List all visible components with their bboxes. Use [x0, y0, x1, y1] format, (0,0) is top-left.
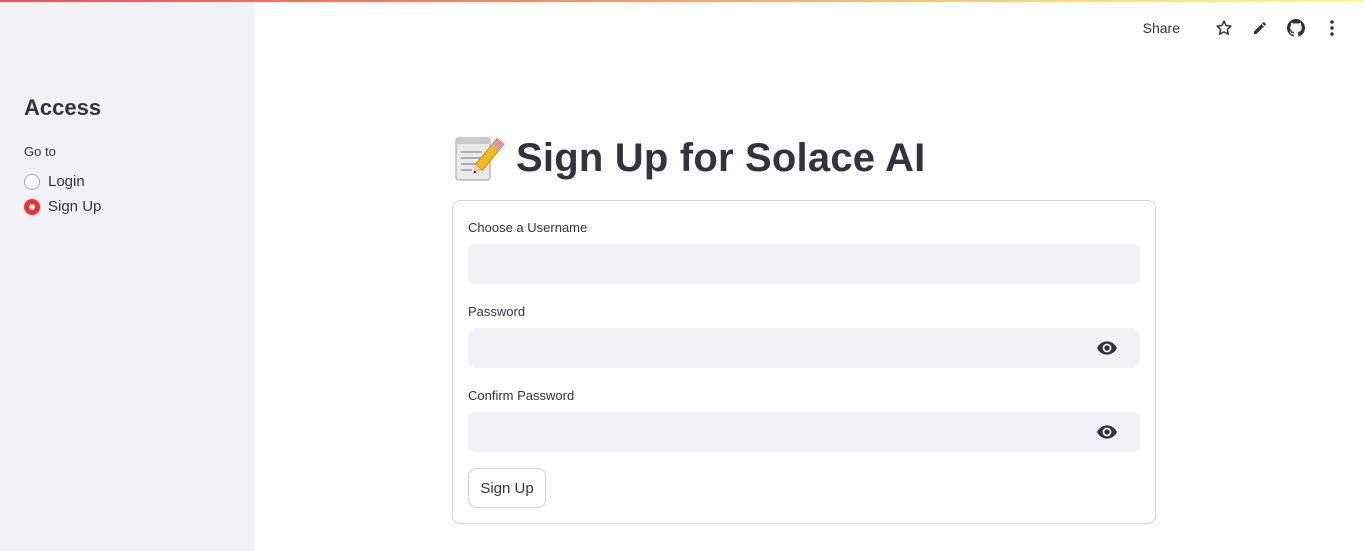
nav-option-label: Sign Up	[48, 198, 102, 215]
username-input[interactable]	[468, 244, 1140, 284]
github-icon[interactable]	[1286, 18, 1306, 38]
sidebar-title: Access	[24, 95, 102, 120]
sign-up-form: Choose a Username Password Confirm Passw…	[452, 200, 1156, 524]
sign-up-button[interactable]: Sign Up	[468, 468, 546, 508]
confirm-password-label: Confirm Password	[468, 388, 575, 403]
page-title-text: Sign Up for Solace AI	[516, 135, 926, 180]
memo-icon	[452, 132, 505, 184]
more-vertical-icon[interactable]	[1322, 18, 1342, 38]
star-icon[interactable]	[1214, 18, 1234, 38]
confirm-password-field-container	[468, 412, 1140, 452]
app-toolbar: Share	[1143, 16, 1342, 40]
nav-option-label: Login	[48, 173, 85, 190]
nav-option-login[interactable]: Login	[24, 173, 85, 190]
nav-radio-label: Go to	[24, 144, 56, 159]
show-password-eye-icon[interactable]	[1096, 338, 1118, 358]
page-title: Sign Up for Solace AI	[452, 130, 925, 186]
top-decoration-bar	[0, 0, 1364, 2]
nav-option-sign-up[interactable]: Sign Up	[24, 198, 101, 215]
username-label: Choose a Username	[468, 220, 588, 235]
confirm-password-input[interactable]	[468, 412, 1140, 452]
pencil-icon[interactable]	[1250, 18, 1270, 38]
sidebar: Access Go to Login Sign Up	[0, 0, 254, 551]
radio-selected-icon[interactable]	[24, 198, 40, 215]
radio-unselected-icon[interactable]	[24, 173, 40, 190]
password-label: Password	[468, 304, 526, 319]
show-confirm-password-eye-icon[interactable]	[1096, 422, 1118, 442]
username-field-container	[468, 244, 1140, 284]
share-button[interactable]: Share	[1143, 20, 1180, 36]
password-field-container	[468, 328, 1140, 368]
password-input[interactable]	[468, 328, 1140, 368]
